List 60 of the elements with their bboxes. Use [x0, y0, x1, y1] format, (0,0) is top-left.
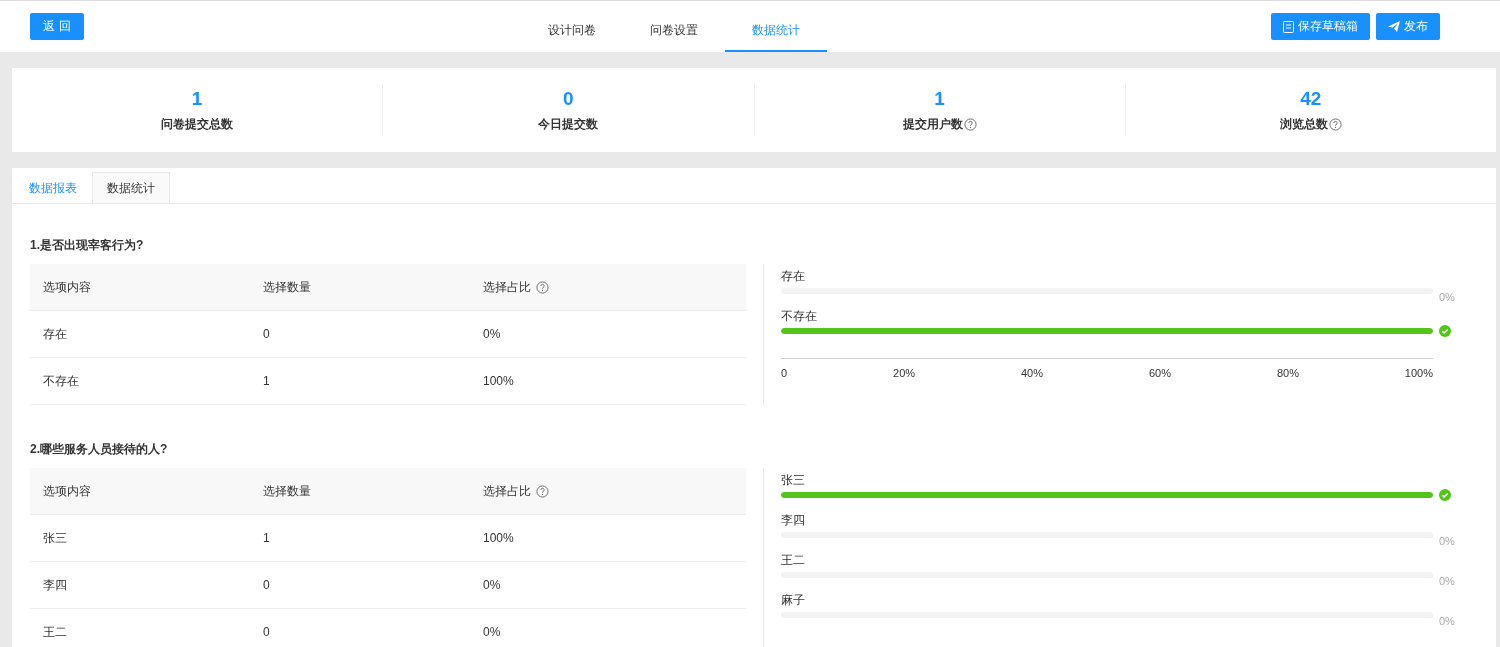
table-cell: 0	[263, 625, 270, 639]
nav-tab[interactable]: 问卷设置	[622, 1, 725, 52]
axis-tick-label: 80%	[1276, 367, 1299, 379]
stat-value: 1	[191, 87, 203, 110]
table-cell: 0	[263, 578, 270, 592]
stat-value: 42	[1300, 87, 1322, 110]
save-draft-button[interactable]: 保存草稿箱	[1271, 13, 1370, 40]
table-cell: 0%	[483, 578, 501, 592]
axis-tick-label: 100%	[1404, 367, 1433, 379]
column-header: 选项内容	[43, 482, 91, 500]
percent-text: 0%	[1439, 535, 1456, 547]
stat-label: 浏览总数	[1279, 115, 1328, 133]
column-header: 选择数量	[263, 278, 311, 296]
help-icon	[536, 280, 549, 294]
bar-label: 麻子	[781, 593, 805, 607]
percent-text: 0%	[1439, 291, 1456, 303]
stat-value: 1	[934, 87, 945, 110]
column-header: 选择数量	[263, 482, 311, 500]
help-icon	[536, 484, 549, 498]
table-cell: 0%	[483, 327, 501, 341]
axis-tick-label: 20%	[893, 367, 916, 379]
table-cell: 0	[263, 327, 270, 341]
axis-tick-label: 0	[781, 367, 788, 379]
table-cell: 100%	[483, 374, 514, 388]
table-cell: 张三	[43, 530, 67, 545]
save-icon	[1283, 20, 1294, 33]
bar-label: 存在	[781, 269, 805, 283]
question-title: 2.哪些服务人员接待的人?	[30, 441, 169, 458]
stat-label: 今日提交数	[538, 115, 599, 133]
bar-label: 张三	[781, 473, 805, 487]
check-circle-icon	[1439, 325, 1451, 337]
table-cell: 存在	[43, 326, 67, 341]
bar-label: 李四	[781, 513, 805, 527]
table-cell: 1	[263, 374, 270, 388]
axis-tick-label: 60%	[1148, 367, 1171, 379]
column-header: 选择占比	[483, 278, 531, 296]
table-cell: 不存在	[43, 373, 79, 388]
question-title: 1.是否出现宰客行为?	[30, 237, 145, 254]
axis-tick-label: 40%	[1021, 367, 1044, 379]
table-cell: 李四	[43, 577, 67, 592]
nav-tab[interactable]: 数据统计	[724, 1, 827, 52]
column-header: 选项内容	[43, 278, 91, 296]
table-cell: 100%	[483, 531, 514, 545]
table-cell: 0%	[483, 625, 501, 639]
stat-label: 问卷提交总数	[161, 115, 234, 133]
publish-button[interactable]: 发布	[1376, 13, 1440, 40]
bar-label: 不存在	[781, 309, 817, 323]
stat-value: 0	[563, 87, 574, 110]
percent-text: 0%	[1439, 575, 1456, 587]
percent-text: 0%	[1439, 615, 1456, 627]
send-icon	[1388, 21, 1400, 32]
check-circle-icon	[1439, 489, 1451, 501]
bar-label: 王二	[781, 553, 805, 567]
table-cell: 王二	[43, 624, 67, 639]
report-tab[interactable]: 数据统计	[92, 172, 170, 203]
column-header: 选择占比	[483, 482, 531, 500]
back-button[interactable]: 返 回	[30, 13, 84, 40]
table-cell: 1	[263, 531, 270, 545]
stat-label: 提交用户数	[902, 115, 963, 133]
nav-tab[interactable]: 设计问卷	[520, 1, 623, 52]
